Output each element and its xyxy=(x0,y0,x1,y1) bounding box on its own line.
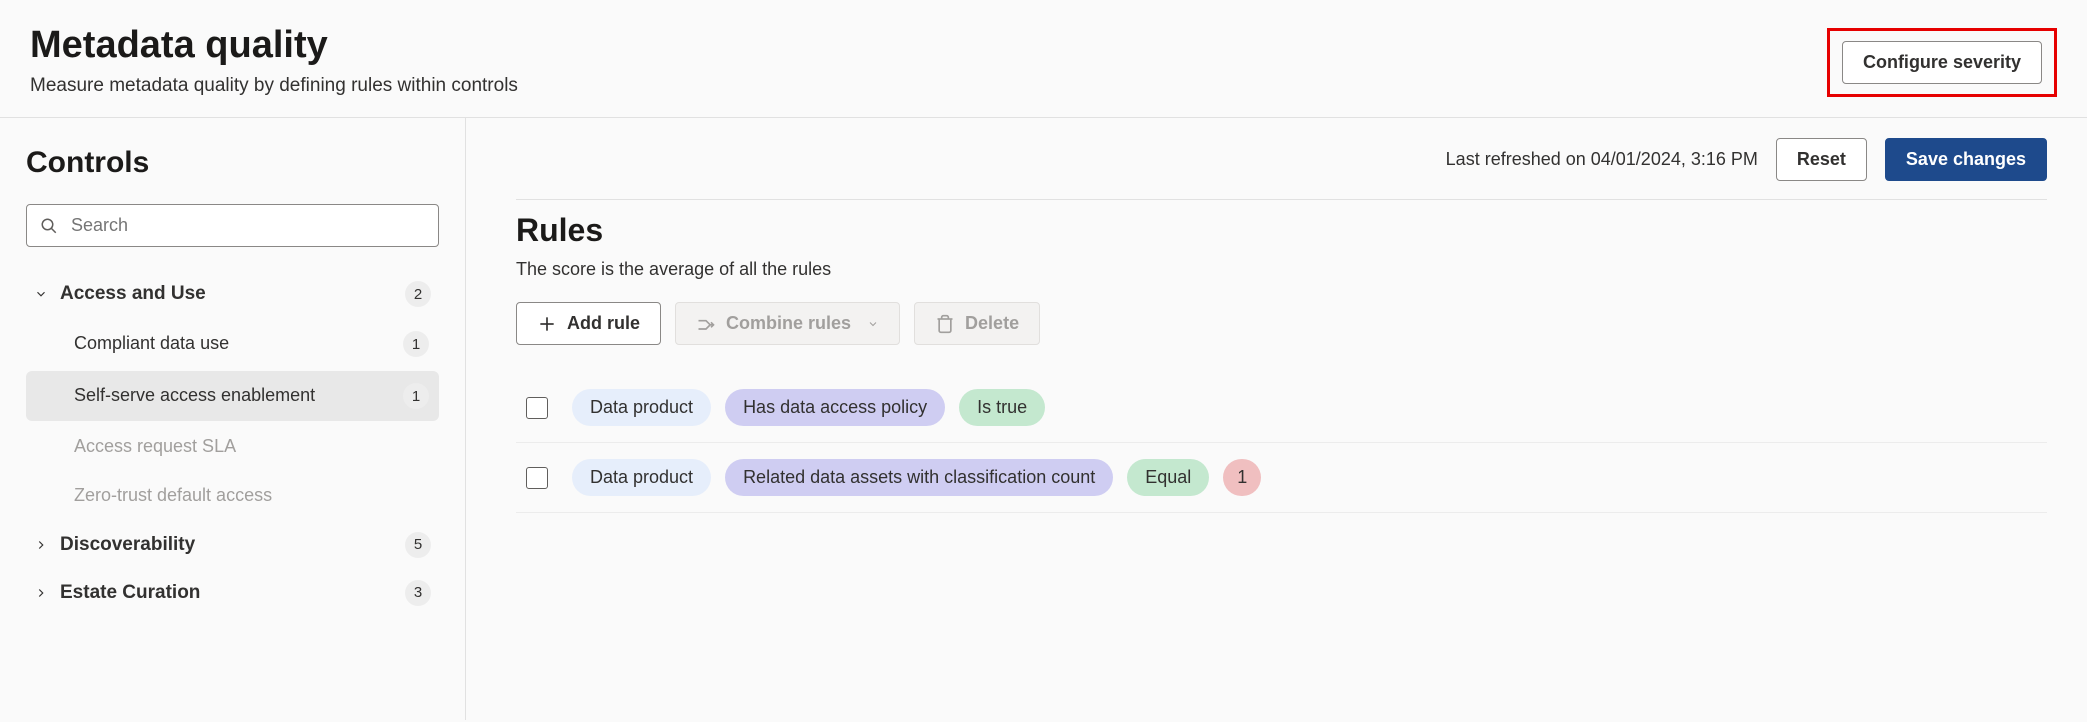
trash-icon xyxy=(935,314,955,334)
tree-group-discoverability[interactable]: Discoverability 5 xyxy=(26,522,439,568)
tree-item-zero-trust: Zero-trust default access xyxy=(26,472,439,519)
tree-group-label: Discoverability xyxy=(60,534,393,556)
search-input[interactable] xyxy=(26,204,439,247)
count-badge: 5 xyxy=(405,532,431,558)
search-icon xyxy=(40,217,58,235)
rules-description: The score is the average of all the rule… xyxy=(516,259,2047,280)
tree-item-compliant-data-use[interactable]: Compliant data use 1 xyxy=(26,319,439,369)
combine-icon xyxy=(696,314,716,334)
rule-subject-pill[interactable]: Data product xyxy=(572,389,711,426)
chevron-down-icon xyxy=(867,318,879,330)
chevron-right-icon xyxy=(34,538,48,552)
combine-rules-label: Combine rules xyxy=(726,313,851,334)
configure-severity-highlight: Configure severity xyxy=(1827,28,2057,97)
rule-operator-pill[interactable]: Is true xyxy=(959,389,1045,426)
count-badge: 1 xyxy=(403,383,429,409)
rule-subject-pill[interactable]: Data product xyxy=(572,459,711,496)
rules-title: Rules xyxy=(516,212,2047,249)
chevron-down-icon xyxy=(34,287,48,301)
plus-icon xyxy=(537,314,557,334)
rule-checkbox[interactable] xyxy=(526,467,548,489)
rule-checkbox[interactable] xyxy=(526,397,548,419)
tree-group-estate-curation[interactable]: Estate Curation 3 xyxy=(26,570,439,616)
tree-item-access-request-sla: Access request SLA xyxy=(26,423,439,470)
tree-item-self-serve-access[interactable]: Self-serve access enablement 1 xyxy=(26,371,439,421)
tree-group-access-and-use[interactable]: Access and Use 2 xyxy=(26,271,439,317)
chevron-right-icon xyxy=(34,586,48,600)
count-badge: 1 xyxy=(403,331,429,357)
save-changes-button[interactable]: Save changes xyxy=(1885,138,2047,181)
tree-item-label: Access request SLA xyxy=(74,435,429,458)
configure-severity-button[interactable]: Configure severity xyxy=(1842,41,2042,84)
add-rule-label: Add rule xyxy=(567,313,640,334)
page-subtitle: Measure metadata quality by defining rul… xyxy=(30,75,518,97)
page-title: Metadata quality xyxy=(30,24,518,67)
sidebar-title: Controls xyxy=(26,146,439,180)
rule-row: Data product Related data assets with cl… xyxy=(516,443,2047,513)
reset-button[interactable]: Reset xyxy=(1776,138,1867,181)
count-badge: 2 xyxy=(405,281,431,307)
delete-label: Delete xyxy=(965,313,1019,334)
count-badge: 3 xyxy=(405,580,431,606)
rule-predicate-pill[interactable]: Has data access policy xyxy=(725,389,945,426)
tree-group-label: Estate Curation xyxy=(60,582,393,604)
combine-rules-button[interactable]: Combine rules xyxy=(675,302,900,345)
tree-item-label: Self-serve access enablement xyxy=(74,384,403,407)
tree-item-label: Compliant data use xyxy=(74,332,403,355)
tree-group-label: Access and Use xyxy=(60,283,393,305)
tree-item-label: Zero-trust default access xyxy=(74,484,429,507)
delete-button[interactable]: Delete xyxy=(914,302,1040,345)
rule-predicate-pill[interactable]: Related data assets with classification … xyxy=(725,459,1113,496)
rule-operator-pill[interactable]: Equal xyxy=(1127,459,1209,496)
rule-row: Data product Has data access policy Is t… xyxy=(516,373,2047,443)
add-rule-button[interactable]: Add rule xyxy=(516,302,661,345)
last-refreshed: Last refreshed on 04/01/2024, 3:16 PM xyxy=(1446,149,1758,170)
rule-value-pill[interactable]: 1 xyxy=(1223,459,1261,496)
